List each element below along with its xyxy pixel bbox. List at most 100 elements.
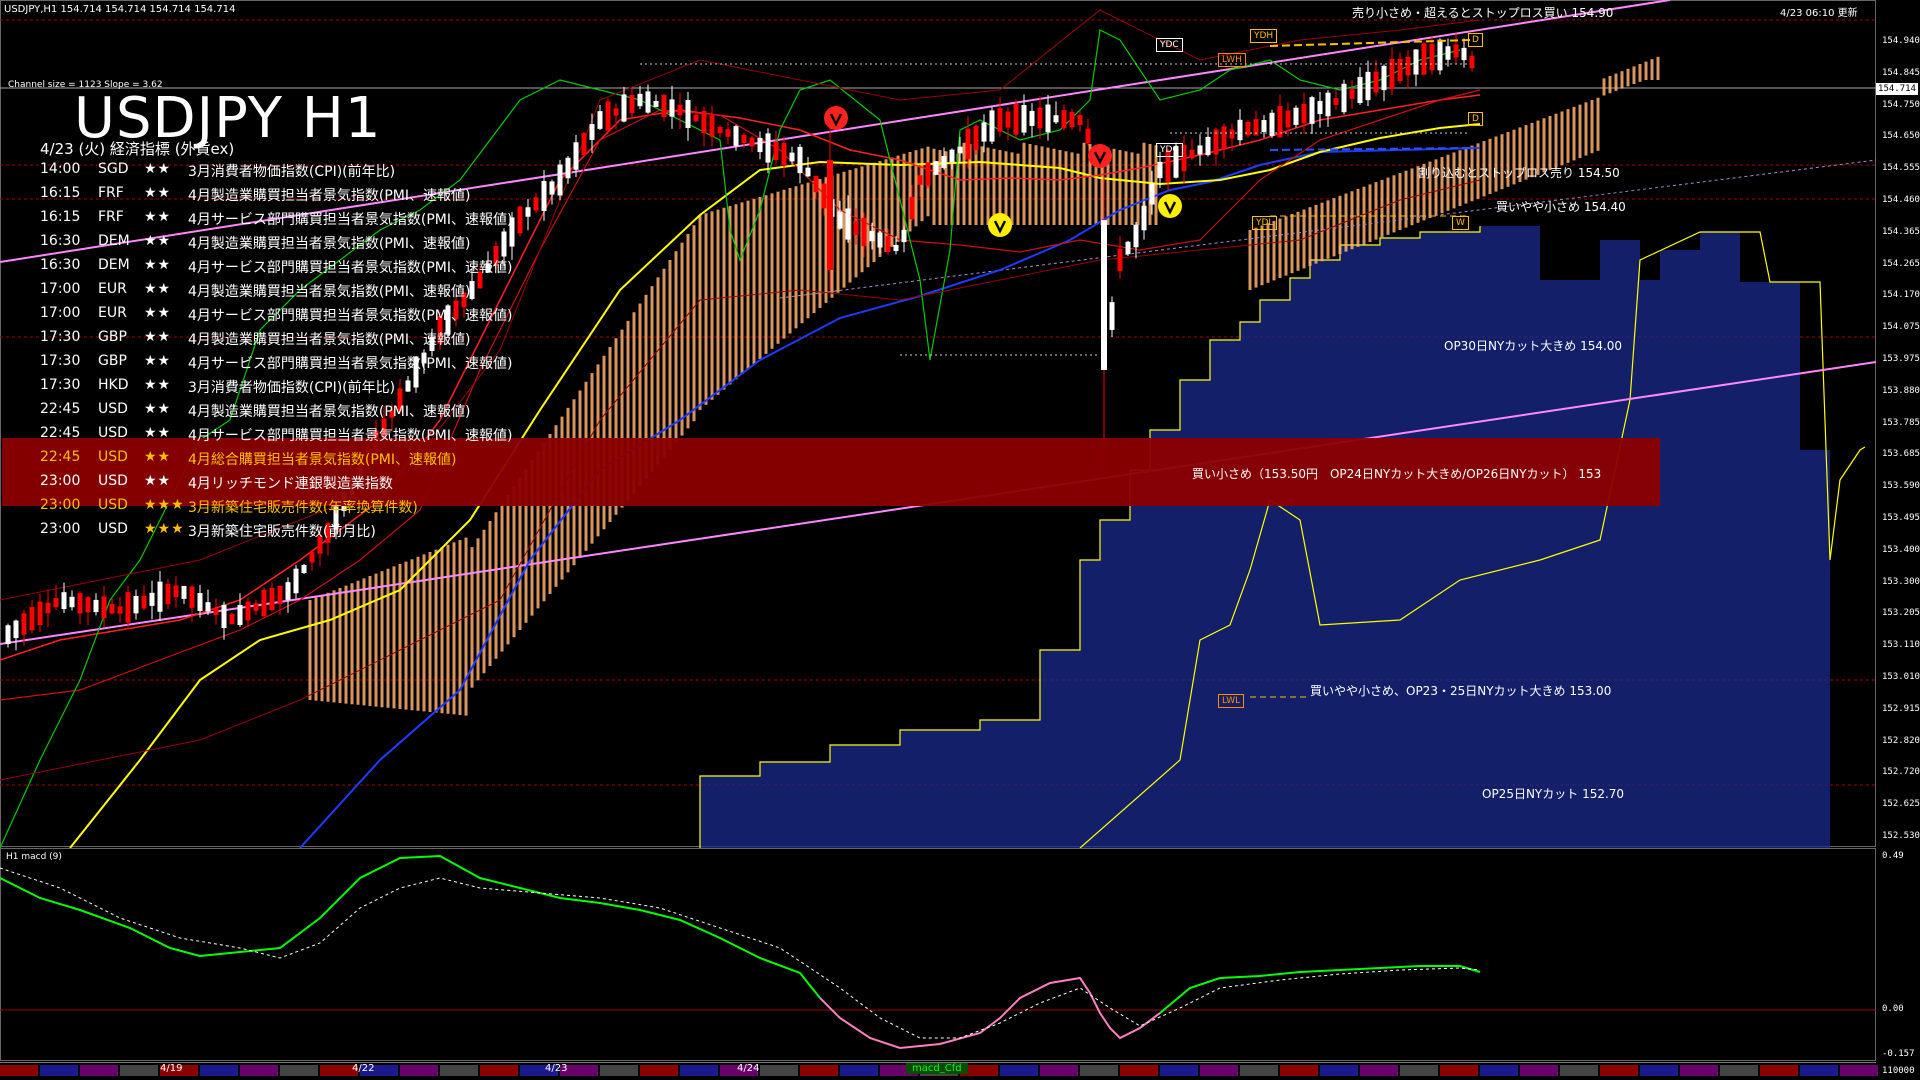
candle-body bbox=[405, 380, 411, 392]
session-segment bbox=[280, 1065, 318, 1076]
event-name: 4月サービス部門購買担当者景気指数(PMI、速報値) bbox=[188, 308, 513, 324]
candle-body bbox=[909, 196, 915, 220]
candle-body bbox=[1317, 100, 1323, 115]
candle-body bbox=[557, 164, 563, 196]
candle-body bbox=[37, 601, 43, 626]
candle-body bbox=[1437, 39, 1443, 71]
candle-body bbox=[277, 585, 283, 605]
candle-body bbox=[125, 591, 131, 623]
time-axis[interactable]: 4/19 4/22 4/23 4/24 macd_Cfd bbox=[0, 1062, 1878, 1079]
candle-body bbox=[573, 142, 579, 170]
candle-body bbox=[589, 124, 595, 140]
session-segment bbox=[1160, 1065, 1198, 1076]
candle-body bbox=[861, 217, 867, 247]
event-time: 17:00 bbox=[40, 281, 81, 297]
event-stars: ★★ bbox=[144, 209, 172, 225]
candle-body bbox=[1045, 104, 1051, 133]
event-time: 16:30 bbox=[40, 257, 81, 273]
candle-body bbox=[253, 603, 259, 611]
macd-axis-bottom: -0.157 bbox=[1882, 1049, 1915, 1059]
event-name: 4月製造業購買担当者景気指数(PMI、速報値) bbox=[188, 284, 471, 300]
price-tick: 152.915 bbox=[1882, 703, 1920, 714]
session-segment bbox=[1280, 1065, 1318, 1076]
candle-body bbox=[69, 596, 75, 608]
level-d-bottom: D bbox=[1468, 112, 1483, 126]
candle-body bbox=[221, 604, 227, 628]
candle-body bbox=[1197, 145, 1203, 155]
event-stars: ★★ bbox=[144, 257, 172, 273]
session-segment bbox=[1520, 1065, 1558, 1076]
candle-body bbox=[637, 93, 643, 107]
price-tick: 153.880 bbox=[1882, 385, 1920, 396]
event-currency: EUR bbox=[98, 305, 127, 321]
price-tick: 154.650 bbox=[1882, 131, 1920, 142]
candle-body bbox=[725, 129, 731, 137]
annotation-stop-sell-15450: 割り込むとストップロス売り 154.50 bbox=[1418, 166, 1620, 180]
event-currency: USD bbox=[98, 425, 128, 441]
candle-body bbox=[845, 208, 851, 240]
candle-body bbox=[77, 593, 83, 614]
level-ydc: YDC bbox=[1156, 143, 1183, 157]
candle-body bbox=[1405, 56, 1411, 76]
candle-body bbox=[149, 592, 155, 606]
candle-body bbox=[1005, 111, 1011, 128]
candle-body bbox=[757, 137, 763, 153]
candle-body bbox=[285, 582, 291, 600]
candle-body bbox=[1061, 110, 1067, 129]
event-name: 3月新築住宅販売件数(前月比) bbox=[188, 524, 376, 540]
level-w: W bbox=[1452, 216, 1469, 230]
candle-body bbox=[693, 114, 699, 122]
candle-body bbox=[973, 125, 979, 151]
price-tick: 153.495 bbox=[1882, 513, 1920, 523]
candle-body bbox=[1429, 43, 1435, 71]
candle-body bbox=[1325, 92, 1331, 117]
price-tick: 153.785 bbox=[1882, 417, 1920, 428]
event-currency: USD bbox=[98, 473, 128, 489]
event-time: 23:00 bbox=[40, 473, 81, 489]
candle-body bbox=[565, 157, 571, 179]
candle-body bbox=[621, 94, 627, 122]
candle-body bbox=[261, 589, 267, 617]
candle-body bbox=[1117, 248, 1123, 272]
event-stars: ★★ bbox=[144, 353, 172, 369]
date-label-0422: 4/22 bbox=[352, 1063, 375, 1074]
macd-canvas[interactable] bbox=[0, 848, 1876, 1062]
event-name: 3月消費者物価指数(CPI)(前年比) bbox=[188, 164, 396, 180]
candle-body bbox=[925, 162, 931, 186]
update-time: 4/23 06:10 更新 bbox=[1780, 8, 1858, 19]
event-time: 17:30 bbox=[40, 353, 81, 369]
candle-body bbox=[517, 206, 523, 234]
event-time: 17:30 bbox=[40, 329, 81, 345]
price-tick: 154.075 bbox=[1882, 322, 1920, 333]
session-segment bbox=[80, 1065, 118, 1076]
event-currency: EUR bbox=[98, 281, 127, 297]
candle-body bbox=[805, 167, 811, 177]
candle-body bbox=[245, 601, 251, 621]
event-time: 22:45 bbox=[40, 401, 81, 417]
candle-body bbox=[949, 149, 955, 163]
spike-body bbox=[827, 160, 833, 270]
candle-body bbox=[765, 133, 771, 163]
candle-body bbox=[141, 595, 147, 609]
candle-body bbox=[1053, 115, 1059, 123]
candle-body bbox=[213, 608, 219, 615]
event-name: 4月製造業購買担当者景気指数(PMI、速報値) bbox=[188, 236, 471, 252]
candle-body bbox=[1189, 149, 1195, 159]
candle-body bbox=[165, 583, 171, 605]
event-name: 4月製造業購買担当者景気指数(PMI、速報値) bbox=[188, 332, 471, 348]
session-segment bbox=[1200, 1065, 1238, 1076]
event-stars: ★★ bbox=[144, 449, 172, 465]
session-segment bbox=[1480, 1065, 1518, 1076]
candle-body bbox=[229, 613, 235, 625]
price-tick: 152.530 bbox=[1882, 831, 1920, 841]
price-tick: 154.365 bbox=[1882, 226, 1920, 237]
session-segment bbox=[120, 1065, 158, 1076]
price-tick: 152.720 bbox=[1882, 767, 1920, 778]
event-time: 16:15 bbox=[40, 185, 81, 201]
candle-body bbox=[501, 231, 507, 257]
candle-body bbox=[45, 602, 51, 614]
event-currency: GBP bbox=[98, 353, 127, 369]
candle-body bbox=[685, 99, 691, 129]
event-time: 22:45 bbox=[40, 449, 81, 465]
price-tick: 153.010 bbox=[1882, 672, 1920, 682]
